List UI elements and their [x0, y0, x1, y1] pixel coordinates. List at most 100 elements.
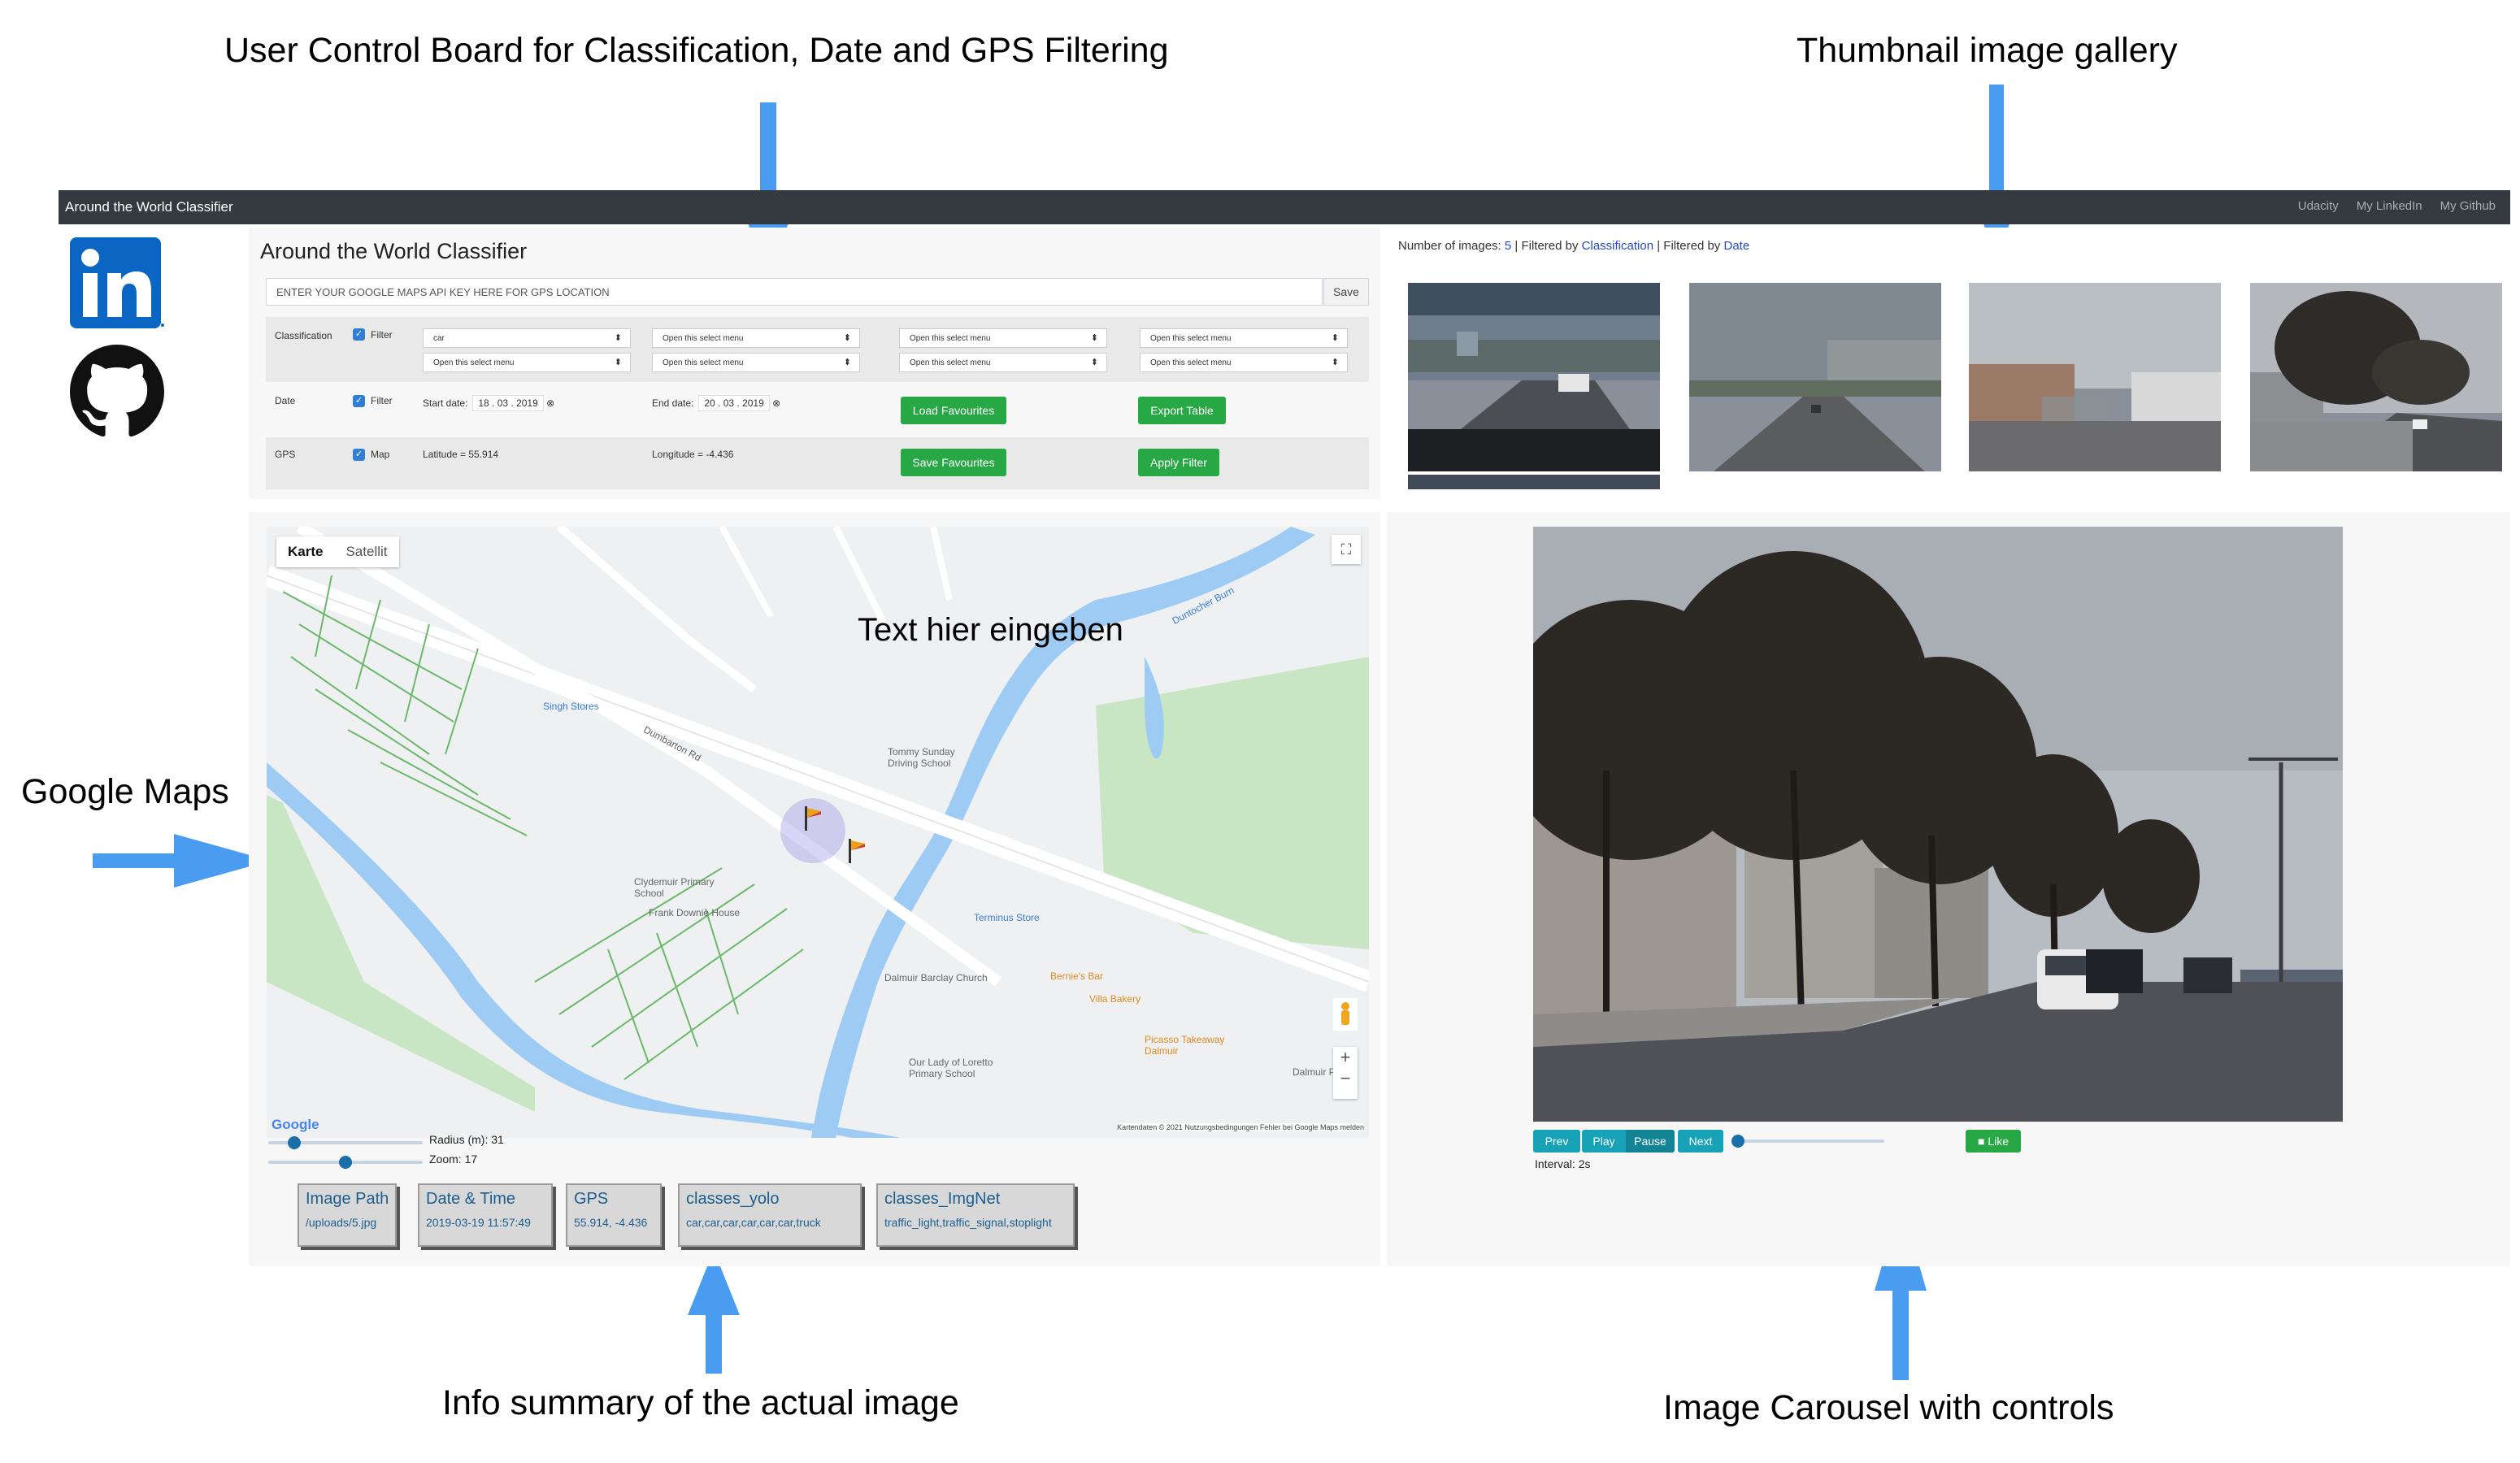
date-filter-checkbox[interactable]: ✓ [353, 395, 365, 407]
map-label: Villa Bakery [1089, 993, 1141, 1005]
class-select-4[interactable]: Open this select menu ⬍ [652, 353, 860, 372]
gps-map-label: Map [371, 449, 390, 460]
interval-label: Interval: 2s [1535, 1157, 1591, 1170]
class-select-3[interactable]: Open this select menu ⬍ [652, 328, 860, 348]
class-select-2[interactable]: Open this select menu ⬍ [423, 353, 631, 372]
save-api-key-button[interactable]: Save [1323, 278, 1369, 306]
arrow-up-icon [688, 1250, 740, 1374]
map-type-toggle[interactable]: Karte Satellit [276, 536, 399, 567]
chevron-down-icon: ⬍ [614, 333, 622, 343]
chevron-down-icon: ⬍ [1331, 358, 1339, 367]
google-logo: Google [272, 1117, 319, 1132]
date-label: Date [275, 395, 296, 406]
chevron-down-icon: ⬍ [1090, 333, 1098, 343]
chevron-down-icon: ⬍ [1090, 358, 1098, 367]
nav-link-linkedin[interactable]: My LinkedIn [2357, 199, 2422, 213]
map-label: Tommy Sunday Driving School [888, 746, 955, 769]
info-card-image-path: Image Path/uploads/5.jpg [298, 1183, 397, 1247]
map-label: Terminus Store [974, 912, 1040, 923]
map-attribution: Kartendaten © 2021 Nutzungsbedingungen F… [1117, 1123, 1364, 1131]
map-type-satellit[interactable]: Satellit [334, 536, 398, 567]
pegman-icon[interactable] [1333, 998, 1358, 1031]
date-filter-label: Filter [371, 395, 393, 406]
map-label: Frank Downie House [649, 907, 741, 918]
gallery-thumbnail[interactable] [1689, 283, 1941, 471]
google-map[interactable]: Karte Satellit ⛶ Text hier eingeben Dumb… [267, 527, 1369, 1138]
end-date-field[interactable]: End date: 20 . 03 . 2019 ⊗ [652, 395, 780, 411]
map-marker-flag-icon[interactable] [847, 839, 867, 863]
longitude-readout: Longitude = -4.436 [652, 449, 734, 460]
classification-filter-checkbox[interactable]: ✓ [353, 328, 365, 341]
map-marker-flag-icon[interactable] [803, 806, 823, 831]
gallery-thumbnail[interactable] [1408, 475, 1660, 489]
fullscreen-icon[interactable]: ⛶ [1332, 535, 1361, 564]
radius-slider[interactable] [268, 1136, 423, 1149]
chevron-down-icon: ⬍ [614, 358, 622, 367]
class-select-8[interactable]: Open this select menu ⬍ [1140, 353, 1348, 372]
class-select-6[interactable]: Open this select menu ⬍ [899, 353, 1107, 372]
annotation-info: Info summary of the actual image [442, 1383, 959, 1422]
zoom-in-icon[interactable]: + [1333, 1047, 1358, 1068]
classification-row [266, 317, 1369, 382]
github-icon[interactable] [70, 345, 164, 439]
map-label: Bernie's Bar [1050, 970, 1103, 982]
linkedin-icon[interactable] [70, 237, 166, 330]
carousel-image[interactable] [1533, 527, 2343, 1122]
navbar-brand[interactable]: Around the World Classifier [65, 199, 233, 215]
annotation-gallery: Thumbnail image gallery [1797, 31, 2178, 70]
gallery-thumbnail[interactable] [1969, 283, 2221, 471]
nav-link-udacity[interactable]: Udacity [2298, 199, 2339, 213]
map-label: Picasso Takeaway Dalmuir [1145, 1034, 1225, 1057]
filter-date-link[interactable]: Date [1723, 239, 1749, 253]
info-card-date-time: Date & Time 2019-03-19 11:57:49 [418, 1183, 553, 1247]
map-label: Our Lady of Loretto Primary School [909, 1057, 993, 1079]
info-card-gps: GPS 55.914, -4.436 [566, 1183, 662, 1247]
classification-label: Classification [275, 330, 332, 341]
map-type-karte[interactable]: Karte [276, 536, 334, 567]
zoom-out-icon[interactable]: − [1333, 1068, 1358, 1089]
interval-slider[interactable] [1731, 1135, 1884, 1148]
export-table-button[interactable]: Export Table [1138, 397, 1226, 424]
save-favourites-button[interactable]: Save Favourites [901, 449, 1006, 476]
zoom-slider[interactable] [268, 1156, 423, 1169]
gallery-summary: Number of images: 5 | Filtered by Classi… [1398, 239, 1750, 253]
chevron-down-icon: ⬍ [843, 333, 851, 343]
navbar: Around the World Classifier Udacity My L… [59, 190, 2510, 224]
gallery-thumbnail[interactable] [1408, 283, 1660, 471]
start-date-field[interactable]: Start date: 18 . 03 . 2019 ⊗ [423, 395, 554, 411]
gallery-thumbnail[interactable] [2250, 283, 2502, 471]
gps-map-checkbox[interactable]: ✓ [353, 449, 365, 461]
interval-slider-knob[interactable] [1731, 1135, 1744, 1148]
like-button[interactable]: ■ Like [1966, 1130, 2021, 1153]
map-label: Singh Stores [543, 701, 599, 712]
radius-label: Radius (m): 31 [429, 1133, 504, 1146]
info-card-classes-yolo: classes_yolo car,car,car,car,car,car,truc… [678, 1183, 862, 1247]
clear-icon[interactable]: ⊗ [770, 397, 780, 409]
annotation-control-board: User Control Board for Classification, D… [224, 31, 1169, 70]
filter-classification-link[interactable]: Classification [1582, 239, 1653, 253]
gps-label: GPS [275, 449, 296, 460]
pause-button[interactable]: Pause [1626, 1130, 1675, 1153]
info-card-classes-imgnet: classes_ImgNet traffic_light,traffic_sign… [876, 1183, 1075, 1247]
image-count: 5 [1504, 239, 1512, 253]
map-label: Clydemuir Primary School [634, 876, 715, 899]
class-select-7[interactable]: Open this select menu ⬍ [1140, 328, 1348, 348]
zoom-label: Zoom: 17 [429, 1153, 478, 1166]
load-favourites-button[interactable]: Load Favourites [901, 397, 1006, 424]
nav-link-github[interactable]: My Github [2440, 199, 2496, 213]
heart-icon: ■ [1977, 1135, 1988, 1148]
class-select-1[interactable]: car ⬍ [423, 328, 631, 348]
page-title: Around the World Classifier [260, 239, 528, 263]
clear-icon[interactable]: ⊗ [544, 397, 554, 409]
next-button[interactable]: Next [1678, 1130, 1723, 1153]
zoom-control: + − [1333, 1047, 1358, 1099]
map-label: Dalmuir Barclay Church [884, 972, 988, 983]
play-button[interactable]: Play [1582, 1130, 1626, 1153]
annotation-maps: Google Maps [21, 772, 229, 811]
annotation-carousel: Image Carousel with controls [1663, 1388, 2114, 1427]
class-select-5[interactable]: Open this select menu ⬍ [899, 328, 1107, 348]
api-key-input[interactable]: ENTER YOUR GOOGLE MAPS API KEY HERE FOR … [266, 278, 1323, 306]
apply-filter-button[interactable]: Apply Filter [1138, 449, 1219, 476]
zoom-slider-knob[interactable] [339, 1156, 352, 1169]
prev-button[interactable]: Prev [1533, 1130, 1580, 1153]
